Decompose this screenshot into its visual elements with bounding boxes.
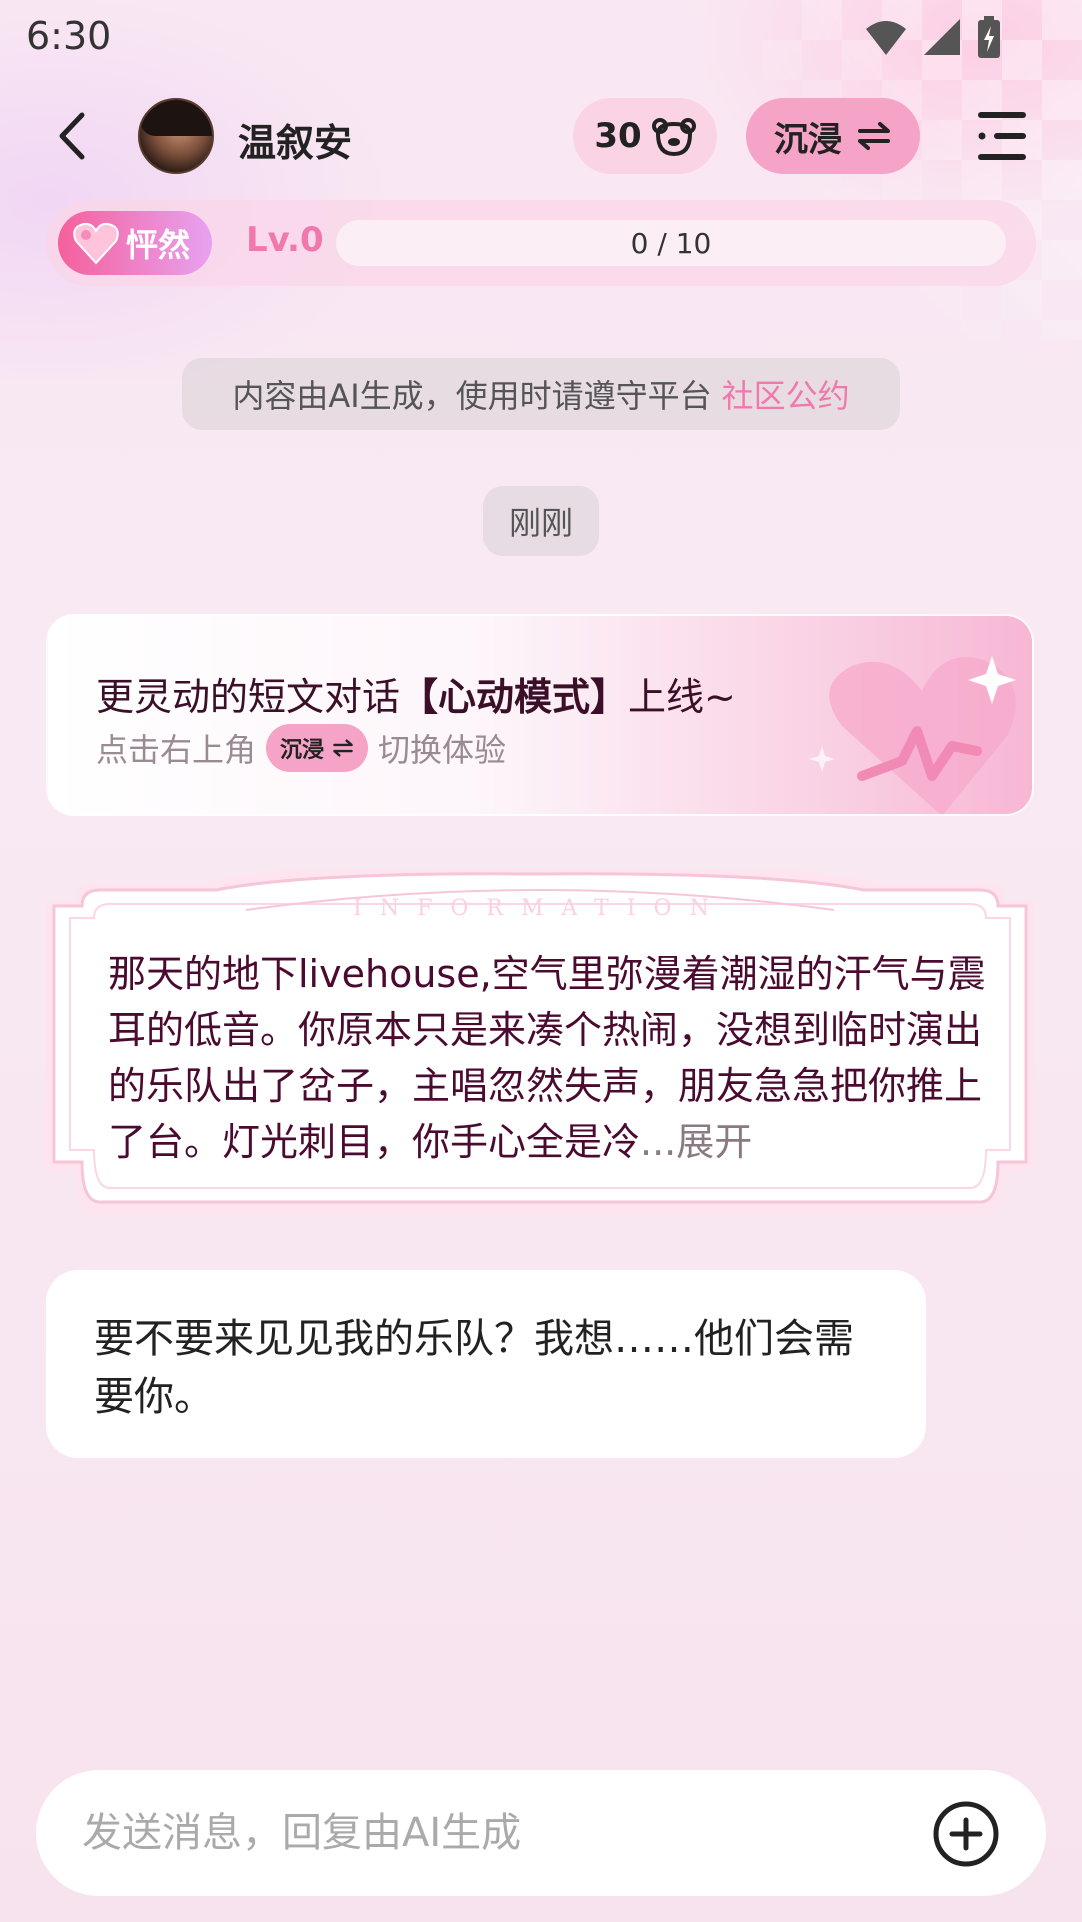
menu-icon <box>978 112 1026 160</box>
message-text: 要不要来见见我的乐队？我想……他们会需要你。 <box>94 1316 854 1420</box>
add-button[interactable] <box>932 1800 1000 1868</box>
expand-link[interactable]: ...展开 <box>640 1120 752 1164</box>
immersive-mode-button[interactable]: 沉浸 <box>746 98 920 174</box>
info-header: INFORMATION <box>353 896 727 921</box>
promo-subtitle: 点击右上角 沉浸 切换体验 <box>96 724 506 772</box>
heart-mode-promo-card[interactable]: 更灵动的短文对话【心动模式】上线~ 点击右上角 沉浸 切换体验 <box>46 614 1034 816</box>
plus-circle-icon <box>933 1801 999 1867</box>
community-rules-link[interactable]: 社区公约 <box>722 371 850 417</box>
heart-pulse-icon <box>809 656 1016 814</box>
menu-button[interactable] <box>974 110 1030 162</box>
level-badge-label: 怦然 <box>126 226 191 264</box>
heart-icon <box>73 222 119 265</box>
status-bar: 6:30 <box>0 0 1082 76</box>
chat-header: 温叙安 30 沉浸 <box>0 96 1082 176</box>
avatar[interactable] <box>138 98 214 174</box>
level-progress: 0 / 10 <box>336 220 1006 266</box>
timestamp: 刚刚 <box>483 486 599 556</box>
message-input-bar <box>36 1770 1046 1896</box>
character-name[interactable]: 温叙安 <box>238 112 352 167</box>
switch-arrows-icon <box>858 122 890 150</box>
wifi-icon <box>866 21 906 55</box>
battery-icon <box>978 16 1000 58</box>
switch-arrows-icon <box>333 739 353 757</box>
info-body: 那天的地下livehouse,空气里弥漫着潮湿的汗气与震耳的低音。你原本只是来凑… <box>108 952 986 1164</box>
status-time: 6:30 <box>26 14 112 58</box>
story-information-card[interactable]: INFORMATION 那天的地下livehouse,空气里弥漫着潮湿的汗气与震… <box>46 870 1034 1214</box>
bear-icon <box>651 118 696 156</box>
intimacy-level-bar[interactable]: 怦然 Lv.0 0 / 10 <box>46 200 1036 286</box>
ai-content-notice: 内容由AI生成，使用时请遵守平台 社区公约 <box>182 358 900 430</box>
ai-notice-text: 内容由AI生成，使用时请遵守平台 <box>232 377 712 415</box>
coin-count: 30 <box>594 116 642 156</box>
coin-balance-button[interactable]: 30 <box>573 98 717 174</box>
back-button[interactable] <box>46 108 96 164</box>
message-bubble[interactable]: 要不要来见见我的乐队？我想……他们会需要你。 <box>46 1270 926 1458</box>
promo-title: 更灵动的短文对话【心动模式】上线~ <box>96 675 736 719</box>
message-input[interactable] <box>82 1798 902 1868</box>
level-value: Lv.0 <box>246 220 324 260</box>
promo-mode-pill: 沉浸 <box>266 724 369 772</box>
level-progress-text: 0 / 10 <box>630 226 712 260</box>
status-icons <box>864 16 1002 58</box>
chevron-left-icon <box>59 112 85 160</box>
signal-icon <box>924 19 960 55</box>
level-badge: 怦然 <box>58 211 212 275</box>
mode-label: 沉浸 <box>774 119 842 160</box>
